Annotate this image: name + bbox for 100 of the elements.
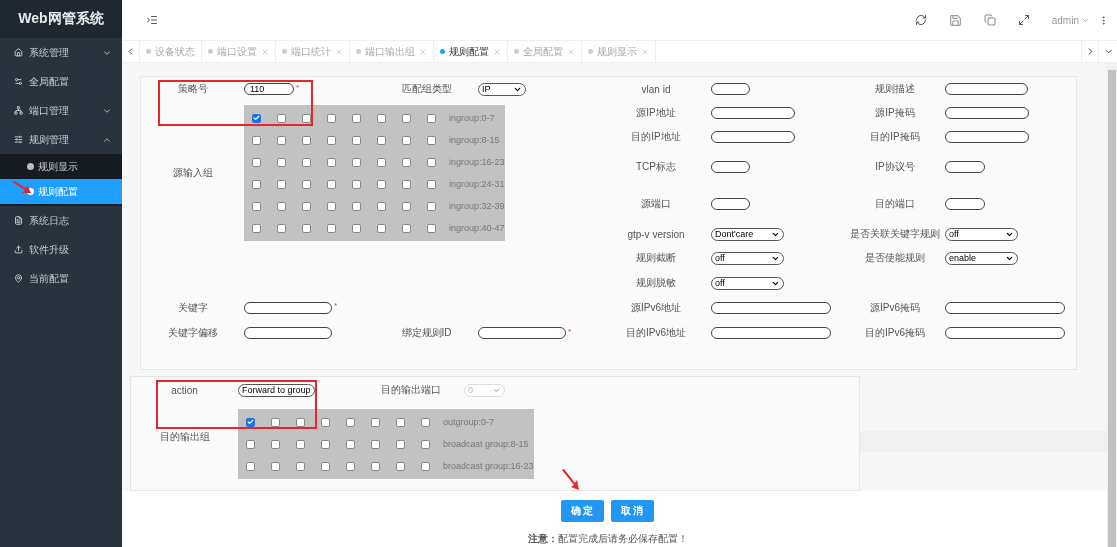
fullscreen-icon[interactable]: [1017, 14, 1030, 26]
checkbox[interactable]: [377, 157, 386, 167]
input-field[interactable]: [244, 327, 332, 339]
checkbox[interactable]: [377, 135, 386, 145]
checkbox[interactable]: [277, 201, 286, 211]
checkbox[interactable]: [327, 201, 336, 211]
checkbox[interactable]: [346, 417, 355, 427]
checkbox[interactable]: [302, 135, 311, 145]
checkbox[interactable]: [352, 223, 361, 233]
checkbox[interactable]: [427, 157, 436, 167]
checkbox[interactable]: [396, 439, 405, 449]
input-field[interactable]: [478, 327, 566, 339]
checkbox[interactable]: [371, 461, 380, 471]
checkbox[interactable]: [327, 179, 336, 189]
checkbox[interactable]: [271, 439, 280, 449]
checkbox[interactable]: [302, 201, 311, 211]
dropdown[interactable]: Forward to group: [238, 383, 315, 397]
input-field[interactable]: [945, 83, 1028, 95]
checkbox[interactable]: [402, 113, 411, 123]
checkbox[interactable]: [352, 113, 361, 123]
input-field[interactable]: [711, 107, 795, 119]
input-field[interactable]: [945, 327, 1065, 339]
menu-item[interactable]: 规则管理: [0, 125, 122, 154]
checkbox[interactable]: [321, 417, 330, 427]
input-field[interactable]: [711, 198, 750, 210]
save-icon[interactable]: [948, 13, 962, 27]
checkbox[interactable]: [421, 461, 430, 471]
input-field[interactable]: [945, 302, 1065, 314]
tab[interactable]: 规则配置: [434, 41, 508, 62]
scroll-right-button[interactable]: [1081, 41, 1099, 62]
checkbox[interactable]: [277, 135, 286, 145]
checkbox[interactable]: [302, 157, 311, 167]
checkbox[interactable]: [352, 135, 361, 145]
dropdown[interactable]: Dont'care: [711, 227, 784, 241]
checkbox[interactable]: [377, 113, 386, 123]
checkbox[interactable]: [371, 417, 380, 427]
checkbox[interactable]: [246, 461, 255, 471]
checkbox[interactable]: [377, 179, 386, 189]
checkbox[interactable]: [421, 439, 430, 449]
input-field[interactable]: 110: [244, 83, 294, 95]
dropdown[interactable]: off: [945, 227, 1018, 241]
checkbox[interactable]: [321, 439, 330, 449]
input-field[interactable]: [711, 302, 831, 314]
checkbox[interactable]: [427, 113, 436, 123]
checkbox[interactable]: [352, 157, 361, 167]
input-field[interactable]: [711, 161, 750, 173]
checkbox[interactable]: [377, 223, 386, 233]
input-field[interactable]: [945, 198, 985, 210]
checkbox[interactable]: [402, 157, 411, 167]
menu-item[interactable]: 软件升级: [0, 235, 122, 264]
checkbox[interactable]: [271, 461, 280, 471]
checkbox[interactable]: [252, 135, 261, 145]
checkbox[interactable]: [346, 461, 355, 471]
input-field[interactable]: [945, 161, 985, 173]
checkbox[interactable]: [327, 223, 336, 233]
checkbox[interactable]: [252, 179, 261, 189]
menu-item[interactable]: 系统日志: [0, 206, 122, 235]
menu-toggle-icon[interactable]: [146, 14, 158, 26]
menu-item[interactable]: 全局配置: [0, 67, 122, 96]
checkbox[interactable]: [271, 417, 280, 427]
checkbox[interactable]: [277, 157, 286, 167]
input-field[interactable]: [711, 131, 795, 143]
dropdown[interactable]: IP: [478, 82, 526, 96]
input-field[interactable]: [711, 327, 831, 339]
input-field[interactable]: [711, 83, 750, 95]
windows-icon[interactable]: [983, 14, 996, 26]
checkbox[interactable]: [296, 417, 305, 427]
checkbox[interactable]: [402, 223, 411, 233]
checkbox[interactable]: [327, 135, 336, 145]
checkbox[interactable]: [327, 157, 336, 167]
checkbox[interactable]: [252, 113, 261, 123]
checkbox[interactable]: [427, 223, 436, 233]
checkbox[interactable]: [277, 113, 286, 123]
checkbox[interactable]: [396, 461, 405, 471]
menu-item[interactable]: 端口管理: [0, 96, 122, 125]
checkbox[interactable]: [302, 223, 311, 233]
checkbox[interactable]: [352, 179, 361, 189]
checkbox[interactable]: [246, 417, 255, 427]
checkbox[interactable]: [346, 439, 355, 449]
checkbox[interactable]: [296, 439, 305, 449]
input-field[interactable]: [244, 302, 332, 314]
input-field[interactable]: [945, 131, 1029, 143]
menu-item[interactable]: 当前配置: [0, 264, 122, 293]
checkbox[interactable]: [421, 417, 430, 427]
checkbox[interactable]: [252, 157, 261, 167]
scrollbar[interactable]: [1107, 63, 1117, 547]
checkbox[interactable]: [327, 113, 336, 123]
checkbox[interactable]: [427, 179, 436, 189]
checkbox[interactable]: [427, 135, 436, 145]
dropdown[interactable]: enable: [945, 251, 1018, 265]
dropdown[interactable]: off: [711, 276, 784, 290]
checkbox[interactable]: [352, 201, 361, 211]
checkbox[interactable]: [277, 179, 286, 189]
menu-item[interactable]: 系统管理: [0, 38, 122, 67]
input-field[interactable]: [945, 107, 1029, 119]
checkbox[interactable]: [402, 201, 411, 211]
checkbox[interactable]: [252, 223, 261, 233]
checkbox[interactable]: [402, 135, 411, 145]
checkbox[interactable]: [402, 179, 411, 189]
checkbox[interactable]: [396, 417, 405, 427]
